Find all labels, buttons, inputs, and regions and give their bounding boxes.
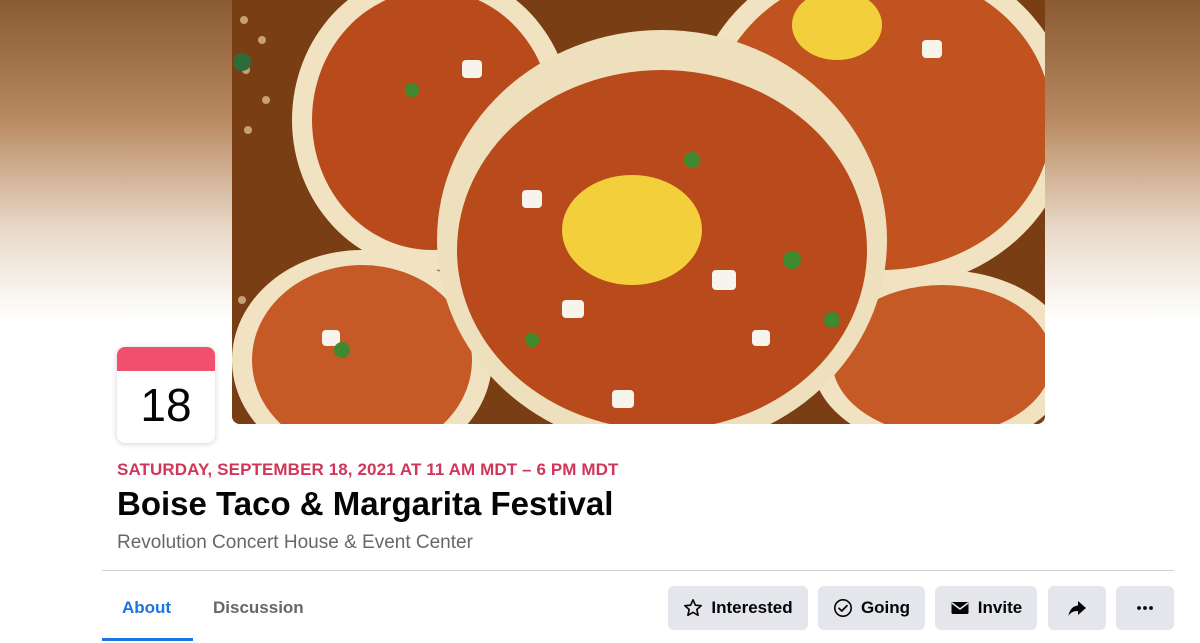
star-icon xyxy=(683,598,703,618)
event-venue[interactable]: Revolution Concert House & Event Center xyxy=(117,532,473,554)
check-circle-icon xyxy=(833,598,853,618)
share-arrow-icon xyxy=(1067,598,1087,618)
more-options-button[interactable] xyxy=(1116,586,1174,630)
invite-label: Invite xyxy=(977,598,1023,617)
envelope-icon xyxy=(950,598,970,618)
divider xyxy=(102,570,1174,571)
going-label: Going xyxy=(860,598,911,617)
interested-label: Interested xyxy=(711,598,793,617)
calendar-header xyxy=(117,347,215,371)
interested-button[interactable]: Interested xyxy=(668,586,808,630)
going-button[interactable]: Going xyxy=(818,586,925,630)
event-date-badge: 18 xyxy=(117,347,215,443)
tab-about[interactable]: About xyxy=(102,586,191,630)
event-title: Boise Taco & Margarita Festival xyxy=(117,485,614,522)
cover-photo[interactable] xyxy=(232,0,1045,424)
share-button[interactable] xyxy=(1048,586,1106,630)
event-page: 18 SATURDAY, SEPTEMBER 18, 2021 AT 11 AM… xyxy=(0,0,1200,643)
active-tab-indicator xyxy=(102,638,193,641)
tacos-photo xyxy=(232,0,1045,424)
event-datetime: SATURDAY, SEPTEMBER 18, 2021 AT 11 AM MD… xyxy=(117,460,619,479)
invite-button[interactable]: Invite xyxy=(935,586,1037,630)
calendar-day: 18 xyxy=(140,379,192,431)
tab-discussion[interactable]: Discussion xyxy=(193,586,324,630)
more-dots-icon xyxy=(1135,598,1155,618)
